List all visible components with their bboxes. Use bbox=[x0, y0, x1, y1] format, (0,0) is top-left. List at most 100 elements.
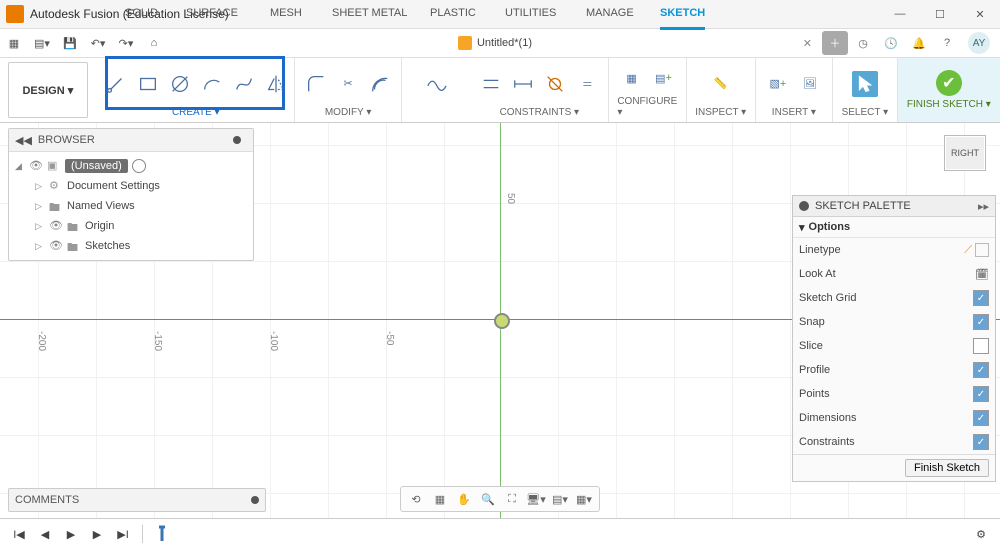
palette-header[interactable]: SKETCH PALETTE ▸▸ bbox=[793, 196, 995, 217]
offset-tool-icon[interactable] bbox=[367, 71, 393, 97]
select-tool-icon[interactable] bbox=[852, 71, 878, 97]
fillet-tool-icon[interactable] bbox=[303, 71, 329, 97]
timeline-start-icon[interactable]: I◀ bbox=[8, 523, 30, 545]
app-logo bbox=[6, 5, 24, 23]
extensions-icon[interactable]: ◷ bbox=[850, 31, 876, 55]
viewport-layout-icon[interactable]: ▦▾ bbox=[573, 489, 595, 509]
tangent-constraint-icon[interactable] bbox=[542, 71, 568, 97]
opt-grid[interactable]: Sketch Grid✓ bbox=[793, 286, 995, 310]
notifications-icon[interactable]: 🔔 bbox=[906, 31, 932, 55]
circle-tool-icon[interactable] bbox=[167, 71, 193, 97]
component-activate-radio[interactable] bbox=[132, 159, 146, 173]
spline-tool-icon[interactable] bbox=[231, 71, 257, 97]
insert-image-icon[interactable]: 🖼 bbox=[797, 71, 823, 97]
tab-sheetmetal[interactable]: SHEET METAL bbox=[332, 7, 407, 19]
trim-tool-icon[interactable]: ✂ bbox=[335, 71, 361, 97]
palette-section-options[interactable]: ▾ Options bbox=[793, 217, 995, 238]
save-icon[interactable]: 💾 bbox=[57, 31, 83, 55]
change-parameters-icon[interactable]: ▦ bbox=[619, 65, 645, 91]
tab-manage[interactable]: MANAGE bbox=[586, 7, 634, 19]
timeline-forward-icon[interactable]: ▶ bbox=[86, 523, 108, 545]
comments-panel[interactable]: COMMENTS bbox=[8, 488, 266, 512]
display-style-icon[interactable]: 🖥▾ bbox=[525, 489, 547, 509]
collapse-icon[interactable]: ◀◀ bbox=[15, 134, 32, 147]
tree-named-views[interactable]: ▷🖿 Named Views bbox=[9, 196, 253, 216]
close-doc-icon[interactable]: ✕ bbox=[803, 37, 812, 50]
timeline-end-icon[interactable]: ▶I bbox=[112, 523, 134, 545]
rectangle-tool-icon[interactable] bbox=[135, 71, 161, 97]
help-icon[interactable]: ? bbox=[934, 31, 960, 55]
panel-select-label[interactable]: SELECT ▾ bbox=[842, 107, 889, 118]
tab-surface[interactable]: SURFACE bbox=[186, 7, 238, 19]
orbit-icon[interactable]: ⟲ bbox=[405, 489, 427, 509]
close-button[interactable]: ✕ bbox=[960, 0, 1000, 28]
user-avatar[interactable]: AY bbox=[968, 32, 990, 54]
design-workspace-button[interactable]: DESIGN ▾ bbox=[8, 62, 88, 118]
tab-solid[interactable]: SOLID bbox=[125, 7, 158, 19]
view-cube[interactable]: RIGHT bbox=[944, 135, 986, 171]
opt-points[interactable]: Points✓ bbox=[793, 382, 995, 406]
document-tab[interactable]: Untitled*(1) ✕ bbox=[168, 36, 822, 50]
zoom-icon[interactable]: 🔍 bbox=[477, 489, 499, 509]
tree-origin[interactable]: ▷👁🖿 Origin bbox=[9, 216, 253, 236]
tree-root[interactable]: ◢👁▣ (Unsaved) bbox=[9, 156, 253, 176]
browser-header[interactable]: ◀◀ BROWSER bbox=[9, 129, 253, 152]
panel-modify-label[interactable]: MODIFY ▾ bbox=[325, 107, 372, 118]
mirror-tool-icon[interactable] bbox=[263, 71, 289, 97]
equal-constraint-icon[interactable]: ＝ bbox=[574, 71, 600, 97]
panel-create-label[interactable]: CREATE ▾ bbox=[172, 107, 220, 118]
fit-icon[interactable]: ⛶ bbox=[501, 489, 523, 509]
tree-doc-settings[interactable]: ▷⚙ Document Settings bbox=[9, 176, 253, 196]
grid-settings-icon[interactable]: ▤▾ bbox=[549, 489, 571, 509]
origin-point[interactable] bbox=[494, 313, 510, 329]
undo-icon[interactable]: ↶▾ bbox=[85, 31, 111, 55]
redo-icon[interactable]: ↷▾ bbox=[113, 31, 139, 55]
comments-options-icon[interactable] bbox=[251, 496, 259, 504]
panel-insert-label[interactable]: INSERT ▾ bbox=[772, 107, 816, 118]
opt-lookat[interactable]: Look At🗓 bbox=[793, 262, 995, 286]
maximize-button[interactable]: ☐ bbox=[920, 0, 960, 28]
panel-configure-label[interactable]: CONFIGURE ▾ bbox=[617, 96, 677, 118]
minimize-button[interactable]: — bbox=[880, 0, 920, 28]
opt-dimensions[interactable]: Dimensions✓ bbox=[793, 406, 995, 430]
opt-profile[interactable]: Profile✓ bbox=[793, 358, 995, 382]
measure-icon[interactable]: 📏 bbox=[708, 71, 734, 97]
jobs-icon[interactable]: 🕓 bbox=[878, 31, 904, 55]
grid-apps-icon[interactable]: ▦ bbox=[1, 31, 27, 55]
tree-sketches[interactable]: ▷👁🖿 Sketches bbox=[9, 236, 253, 256]
palette-expand-icon[interactable]: ▸▸ bbox=[978, 200, 989, 213]
tab-mesh[interactable]: MESH bbox=[270, 7, 302, 19]
curve-tool-icon[interactable] bbox=[423, 71, 449, 97]
browser-options-dot[interactable] bbox=[233, 136, 241, 144]
timeline-play-icon[interactable]: ▶ bbox=[60, 523, 82, 545]
home-icon[interactable]: ⌂ bbox=[141, 31, 167, 55]
configure-table-icon[interactable]: ▤+ bbox=[651, 65, 677, 91]
dimension-constraint-icon[interactable] bbox=[510, 71, 536, 97]
insert-svg-icon[interactable]: ▧+ bbox=[765, 71, 791, 97]
opt-linetype[interactable]: Linetype⟋ bbox=[793, 238, 995, 262]
finish-sketch-button[interactable]: ✔ FINISH SKETCH ▾ bbox=[898, 58, 1000, 122]
timeline-back-icon[interactable]: ◀ bbox=[34, 523, 56, 545]
pan-icon[interactable]: ✋ bbox=[453, 489, 475, 509]
opt-constraints[interactable]: Constraints✓ bbox=[793, 430, 995, 454]
workspace: /* placeholders drawn via CSS below inst… bbox=[0, 123, 1000, 518]
lookat-icon[interactable]: ▦ bbox=[429, 489, 451, 509]
file-menu-icon[interactable]: ▤▾ bbox=[29, 31, 55, 55]
opt-slice[interactable]: Slice bbox=[793, 334, 995, 358]
cube-icon bbox=[458, 36, 472, 50]
timeline-settings-icon[interactable]: ⚙ bbox=[970, 523, 992, 545]
timeline-sketch-feature-icon[interactable] bbox=[151, 523, 173, 545]
tab-utilities[interactable]: UTILITIES bbox=[505, 7, 556, 19]
palette-gear-icon[interactable] bbox=[799, 201, 809, 211]
arc-tool-icon[interactable] bbox=[199, 71, 225, 97]
panel-inspect-label[interactable]: INSPECT ▾ bbox=[695, 107, 746, 118]
panel-constraints-label[interactable]: CONSTRAINTS ▾ bbox=[500, 107, 579, 118]
opt-snap[interactable]: Snap✓ bbox=[793, 310, 995, 334]
line-tool-icon[interactable] bbox=[103, 71, 129, 97]
panel-constraints: ＝ CONSTRAINTS ▾ bbox=[470, 58, 609, 122]
new-tab-button[interactable]: ＋ bbox=[822, 31, 848, 55]
horizontal-constraint-icon[interactable] bbox=[478, 71, 504, 97]
tab-plastic[interactable]: PLASTIC bbox=[430, 7, 476, 19]
finish-sketch-palette-button[interactable]: Finish Sketch bbox=[905, 459, 989, 477]
tab-sketch[interactable]: SKETCH bbox=[660, 7, 705, 30]
